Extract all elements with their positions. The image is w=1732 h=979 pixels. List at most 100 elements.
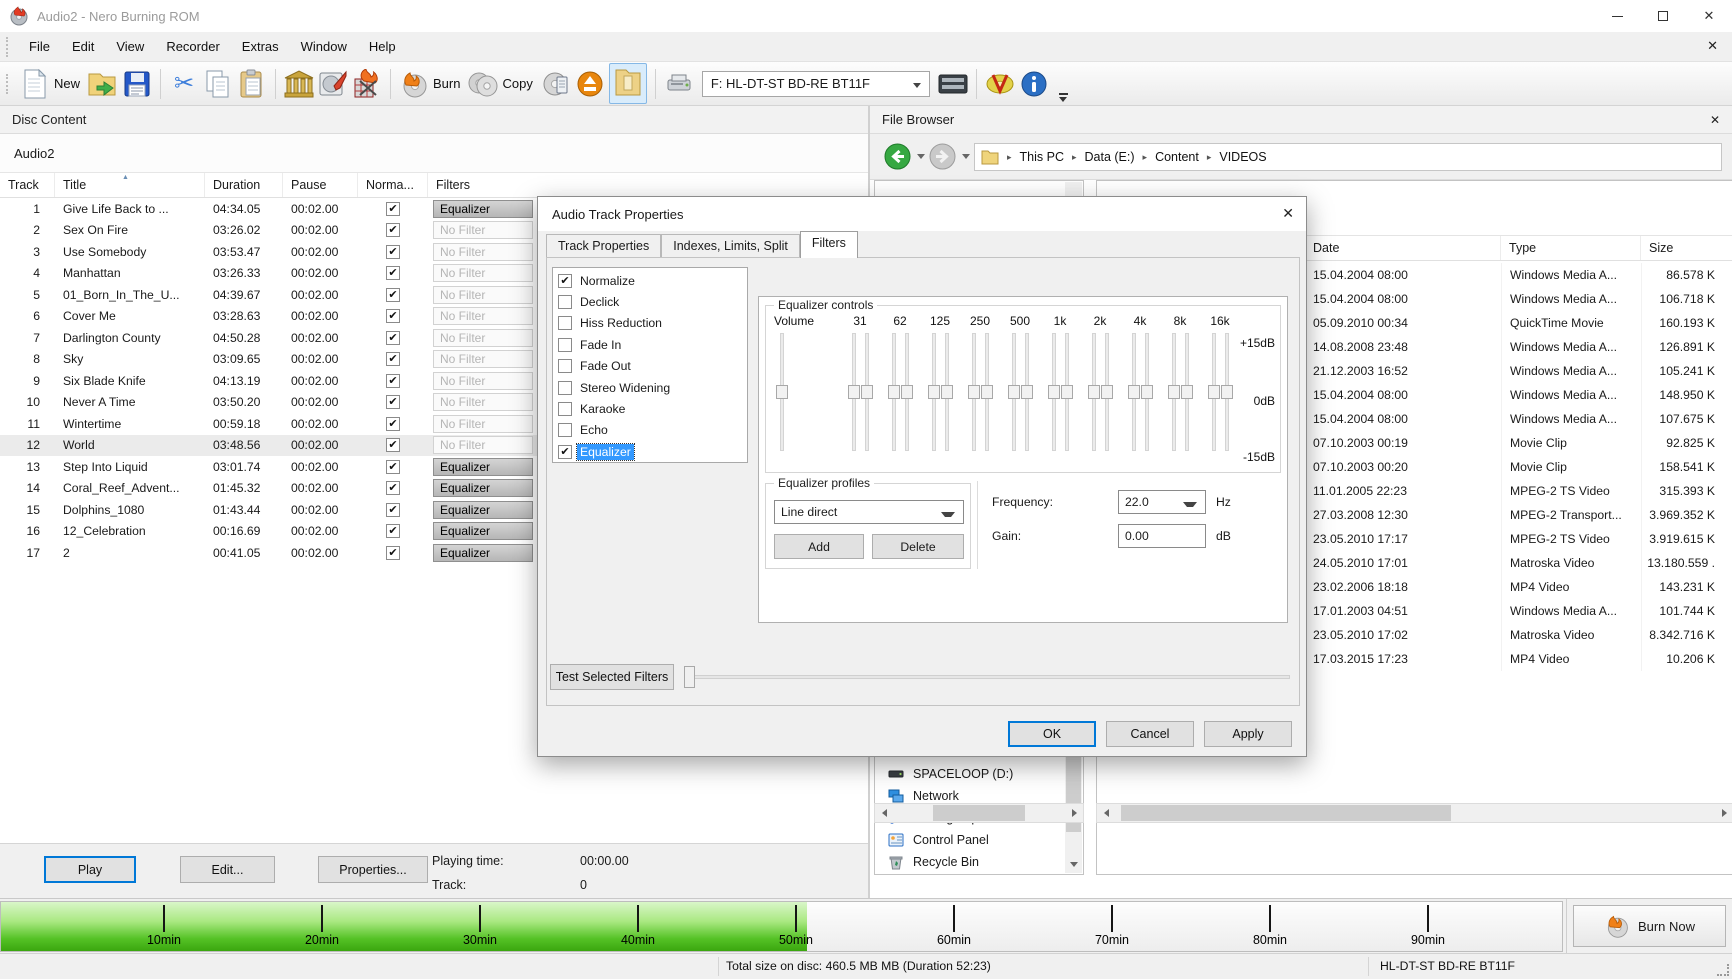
- normalize-checkbox[interactable]: ✔: [386, 546, 400, 560]
- dialog-filter-item[interactable]: ✔Normalize: [553, 270, 747, 291]
- cover-designer-icon[interactable]: [316, 66, 350, 102]
- save-icon[interactable]: [120, 66, 154, 102]
- forward-history-icon[interactable]: [962, 154, 970, 159]
- filter-checkbox[interactable]: ✔: [558, 445, 572, 459]
- eq-slider-handle[interactable]: [1061, 385, 1073, 399]
- scroll-right-icon[interactable]: [1065, 804, 1083, 822]
- dialog-tab[interactable]: Filters: [800, 231, 858, 258]
- back-history-icon[interactable]: [917, 154, 925, 159]
- eq-slider[interactable]: [865, 333, 869, 451]
- dialog-filter-item[interactable]: ✔Equalizer: [553, 441, 747, 462]
- breadcrumb-item[interactable]: VIDEOS: [1219, 150, 1266, 164]
- eq-slider-handle[interactable]: [1128, 385, 1140, 399]
- dialog-tab[interactable]: Track Properties: [546, 234, 661, 258]
- track-filter-button[interactable]: No Filter: [433, 329, 533, 347]
- test-position-slider[interactable]: [684, 665, 1290, 689]
- breadcrumb-item[interactable]: This PC: [1020, 150, 1064, 164]
- eq-slider-handle[interactable]: [1181, 385, 1193, 399]
- eq-slider[interactable]: [932, 333, 936, 451]
- column-duration[interactable]: Duration: [205, 173, 283, 197]
- track-filter-button[interactable]: No Filter: [433, 286, 533, 304]
- test-selected-filters-button[interactable]: Test Selected Filters: [550, 664, 674, 690]
- frequency-select[interactable]: 22.0: [1118, 490, 1206, 514]
- track-filter-button[interactable]: No Filter: [433, 221, 533, 239]
- track-filter-button[interactable]: Equalizer: [433, 200, 533, 218]
- track-filter-button[interactable]: No Filter: [433, 243, 533, 261]
- forward-icon[interactable]: [929, 143, 956, 170]
- burn-now-button[interactable]: Burn Now: [1573, 905, 1726, 947]
- paste-icon[interactable]: [235, 66, 269, 102]
- eq-slider-handle[interactable]: [888, 385, 900, 399]
- slider-handle[interactable]: [684, 666, 695, 688]
- new-button-label[interactable]: New: [54, 76, 80, 91]
- eq-slider[interactable]: [1092, 333, 1096, 451]
- track-filter-button[interactable]: No Filter: [433, 393, 533, 411]
- file-browser-close-icon[interactable]: ✕: [1710, 113, 1720, 127]
- eq-slider[interactable]: [1185, 333, 1189, 451]
- dialog-filter-item[interactable]: Echo: [553, 420, 747, 441]
- play-button[interactable]: Play: [44, 856, 136, 883]
- recorder-list-icon[interactable]: [936, 66, 970, 102]
- copy-icon[interactable]: [201, 66, 235, 102]
- filter-checkbox[interactable]: [558, 402, 572, 416]
- dialog-tab[interactable]: Indexes, Limits, Split: [661, 234, 800, 258]
- eq-slider[interactable]: [1052, 333, 1056, 451]
- normalize-checkbox[interactable]: ✔: [386, 374, 400, 388]
- track-filter-button[interactable]: No Filter: [433, 372, 533, 390]
- tree-item[interactable]: Control Panel: [876, 829, 1063, 851]
- eq-slider[interactable]: [985, 333, 989, 451]
- tree-horizontal-scrollbar[interactable]: [874, 803, 1084, 823]
- toolbar-overflow-icon[interactable]: [1059, 93, 1068, 102]
- dialog-close-icon[interactable]: ✕: [1282, 205, 1294, 222]
- filter-checkbox[interactable]: ✔: [558, 274, 572, 288]
- eq-slider-handle[interactable]: [1168, 385, 1180, 399]
- gain-input[interactable]: 0.00: [1118, 524, 1206, 548]
- eq-slider[interactable]: [1025, 333, 1029, 451]
- eq-slider-handle[interactable]: [981, 385, 993, 399]
- scroll-left-icon[interactable]: [1097, 804, 1115, 822]
- disc-info-icon[interactable]: [539, 66, 573, 102]
- normalize-checkbox[interactable]: ✔: [386, 417, 400, 431]
- apply-button[interactable]: Apply: [1204, 721, 1292, 747]
- column-size[interactable]: Size: [1641, 236, 1719, 260]
- filter-checkbox[interactable]: [558, 295, 572, 309]
- eq-slider[interactable]: [1065, 333, 1069, 451]
- track-filter-button[interactable]: No Filter: [433, 415, 533, 433]
- menu-item-extras[interactable]: Extras: [231, 34, 290, 59]
- scrollbar-thumb[interactable]: [933, 805, 1025, 821]
- erase-disc-icon[interactable]: [350, 66, 384, 102]
- dialog-filter-item[interactable]: Stereo Widening: [553, 377, 747, 398]
- eq-slider[interactable]: [1225, 333, 1229, 451]
- breadcrumb-item[interactable]: Content: [1155, 150, 1199, 164]
- eq-slider[interactable]: [1105, 333, 1109, 451]
- track-filter-button[interactable]: No Filter: [433, 307, 533, 325]
- track-filter-button[interactable]: Equalizer: [433, 501, 533, 519]
- eq-slider[interactable]: [945, 333, 949, 451]
- database-icon[interactable]: [282, 66, 316, 102]
- properties-button[interactable]: Properties...: [318, 856, 428, 883]
- add-profile-button[interactable]: Add: [774, 534, 864, 559]
- dialog-filter-item[interactable]: Declick: [553, 291, 747, 312]
- menu-item-help[interactable]: Help: [358, 34, 407, 59]
- eq-slider-handle[interactable]: [1088, 385, 1100, 399]
- back-icon[interactable]: [884, 143, 911, 170]
- close-button[interactable]: ✕: [1686, 0, 1732, 32]
- column-track[interactable]: Track: [0, 173, 55, 197]
- ok-button[interactable]: OK: [1008, 721, 1096, 747]
- eq-slider-handle[interactable]: [941, 385, 953, 399]
- filter-checkbox[interactable]: [558, 381, 572, 395]
- track-filter-button[interactable]: No Filter: [433, 436, 533, 454]
- copy-button-label[interactable]: Copy: [502, 76, 532, 91]
- normalize-checkbox[interactable]: ✔: [386, 395, 400, 409]
- document-close-icon[interactable]: ✕: [1707, 38, 1718, 54]
- profile-select[interactable]: Line direct: [774, 500, 964, 524]
- edit-button[interactable]: Edit...: [180, 856, 275, 883]
- eq-slider[interactable]: [852, 333, 856, 451]
- menu-item-window[interactable]: Window: [290, 34, 358, 59]
- breadcrumb-item[interactable]: Data (E:): [1085, 150, 1135, 164]
- eq-slider-handle[interactable]: [928, 385, 940, 399]
- eq-slider-handle[interactable]: [776, 385, 788, 399]
- normalize-checkbox[interactable]: ✔: [386, 245, 400, 259]
- delete-profile-button[interactable]: Delete: [872, 534, 964, 559]
- eq-slider-handle[interactable]: [1101, 385, 1113, 399]
